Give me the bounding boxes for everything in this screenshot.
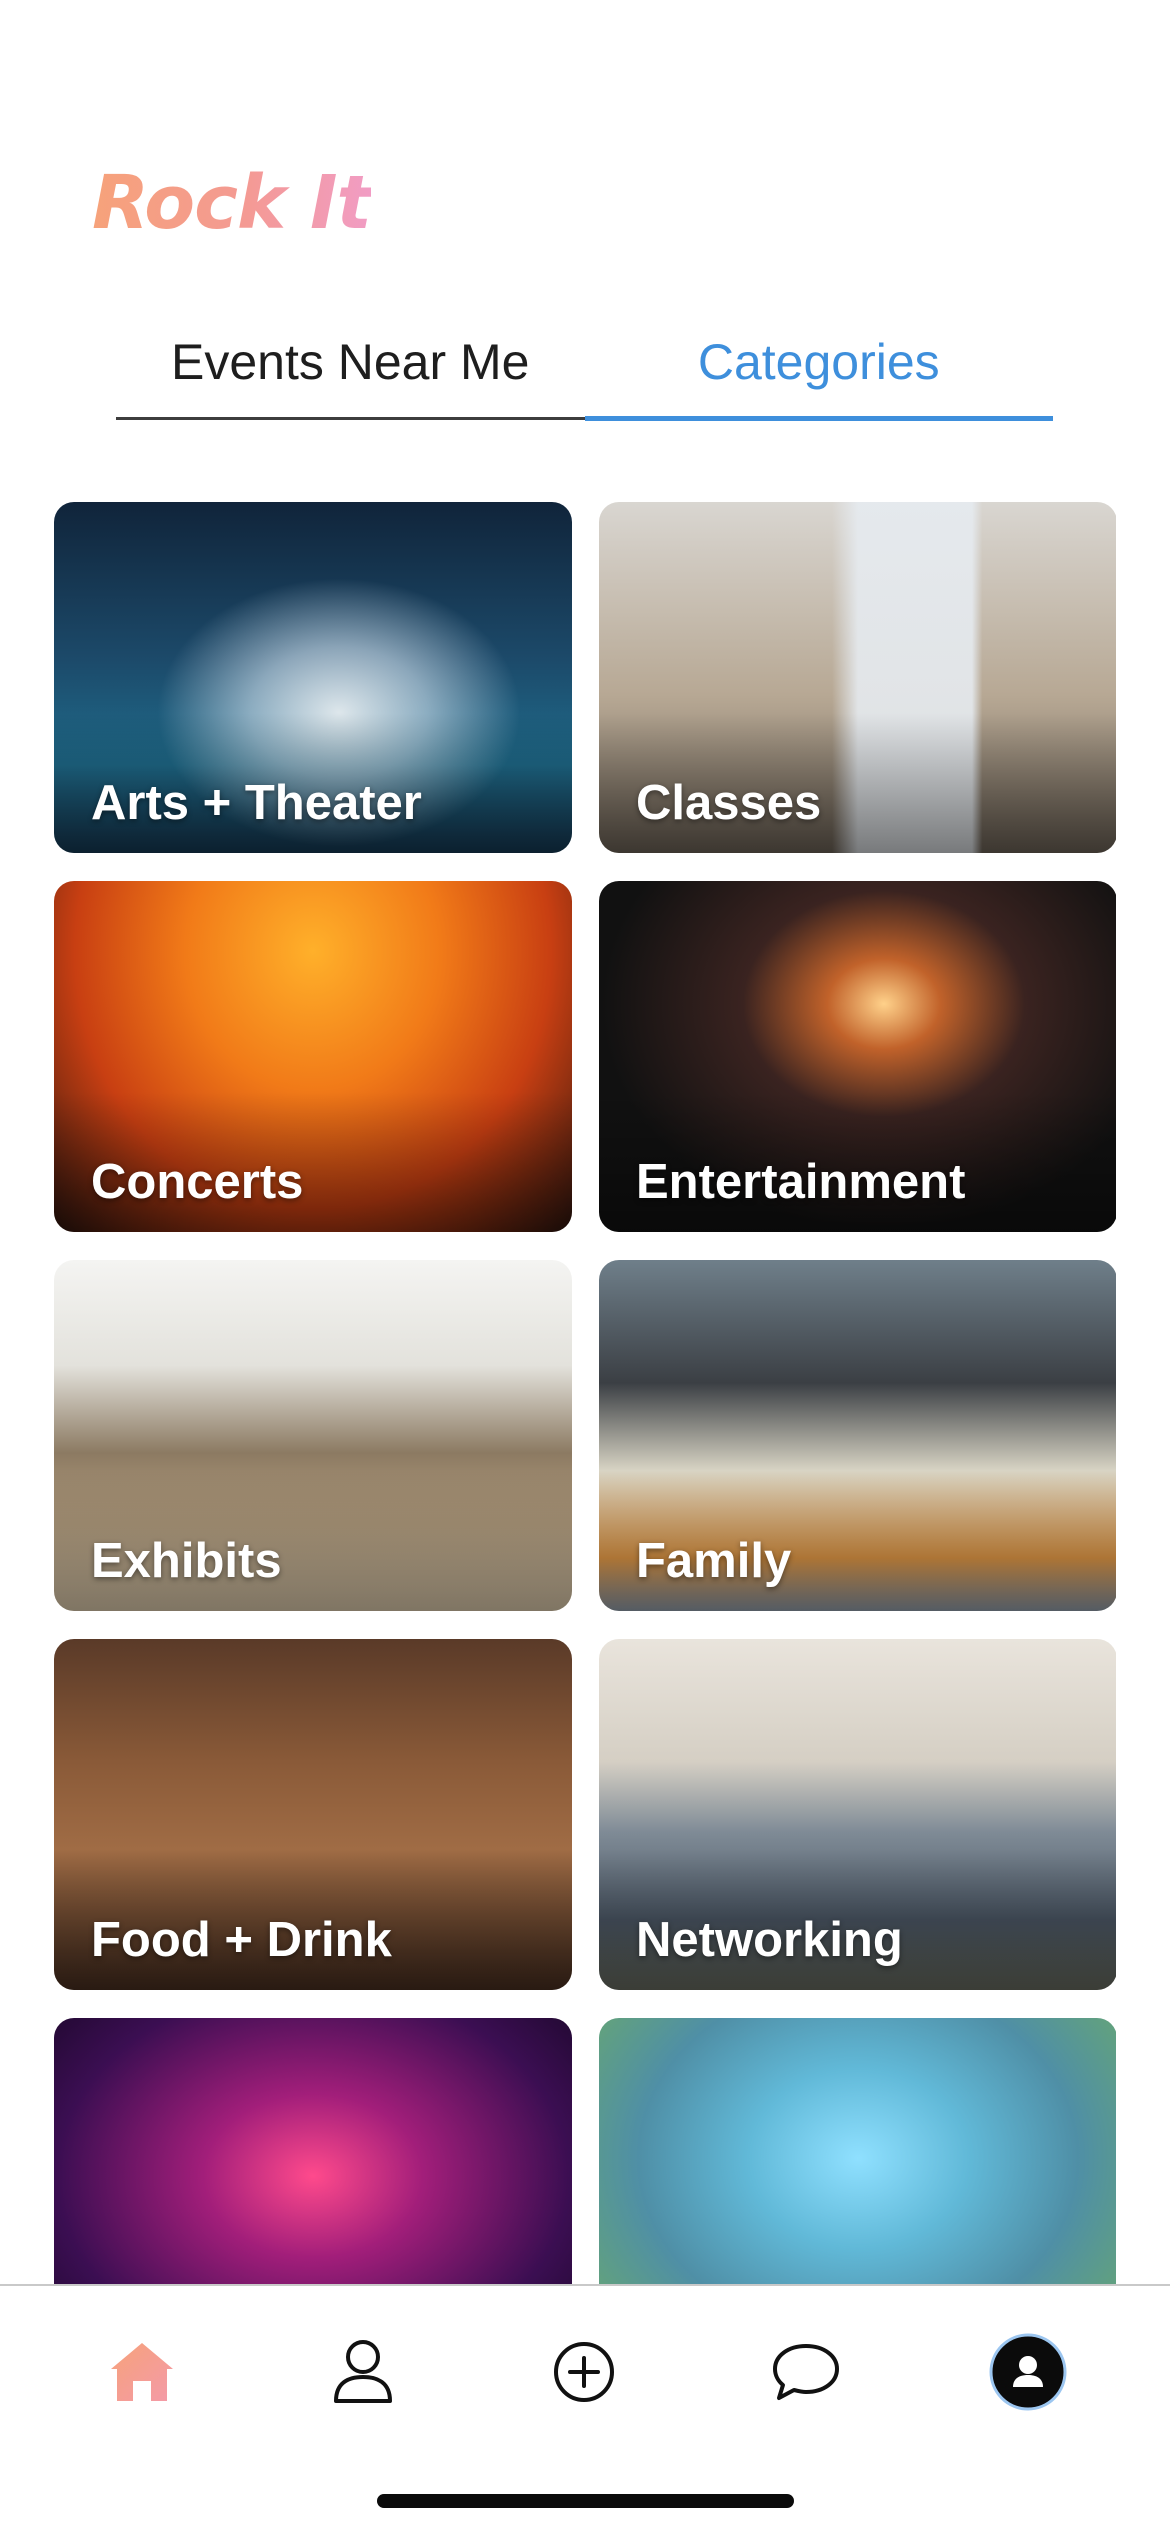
category-card-networking[interactable]: Networking	[599, 1639, 1116, 1990]
category-label: Networking	[636, 1913, 903, 1967]
category-label: Food + Drink	[91, 1913, 392, 1967]
category-grid: Arts + Theater Classes Concerts Entertai…	[54, 502, 1116, 2284]
home-icon	[111, 2343, 173, 2401]
category-label: Concerts	[91, 1155, 304, 1209]
chat-bubble-icon	[773, 2344, 839, 2400]
nav-profile-button[interactable]	[323, 2332, 403, 2412]
nav-account-button[interactable]	[988, 2332, 1068, 2412]
app-logo: Rock It	[92, 160, 372, 246]
tab-events-near-me[interactable]: Events Near Me	[116, 332, 585, 420]
category-card-classes[interactable]: Classes	[599, 502, 1116, 853]
account-avatar-icon	[989, 2333, 1067, 2411]
category-card-family[interactable]: Family	[599, 1260, 1116, 1611]
tab-categories[interactable]: Categories	[584, 332, 1054, 421]
category-card-festivals[interactable]	[599, 2018, 1116, 2284]
user-icon	[334, 2340, 392, 2403]
app-screen: Rock It Events Near Me Categories Arts +…	[0, 0, 1170, 2532]
category-label: Classes	[636, 776, 822, 830]
category-label: Entertainment	[636, 1155, 966, 1209]
category-card-concerts[interactable]: Concerts	[54, 881, 572, 1232]
category-card-nightlife[interactable]	[54, 2018, 572, 2284]
view-tabs: Events Near Me Categories	[116, 332, 1054, 421]
plus-circle-icon	[554, 2342, 614, 2402]
category-label: Family	[636, 1534, 792, 1588]
home-indicator[interactable]	[377, 2494, 794, 2508]
category-label: Arts + Theater	[91, 776, 422, 830]
category-card-exhibits[interactable]: Exhibits	[54, 1260, 572, 1611]
nav-create-button[interactable]	[544, 2332, 624, 2412]
category-label: Exhibits	[91, 1534, 282, 1588]
tab-categories-label: Categories	[697, 334, 940, 390]
tab-events-near-me-label: Events Near Me	[171, 334, 530, 390]
category-card-food-drink[interactable]: Food + Drink	[54, 1639, 572, 1990]
category-card-entertainment[interactable]: Entertainment	[599, 881, 1116, 1232]
category-card-arts-theater[interactable]: Arts + Theater	[54, 502, 572, 853]
nav-home-button[interactable]	[102, 2332, 182, 2412]
nav-messages-button[interactable]	[766, 2332, 846, 2412]
